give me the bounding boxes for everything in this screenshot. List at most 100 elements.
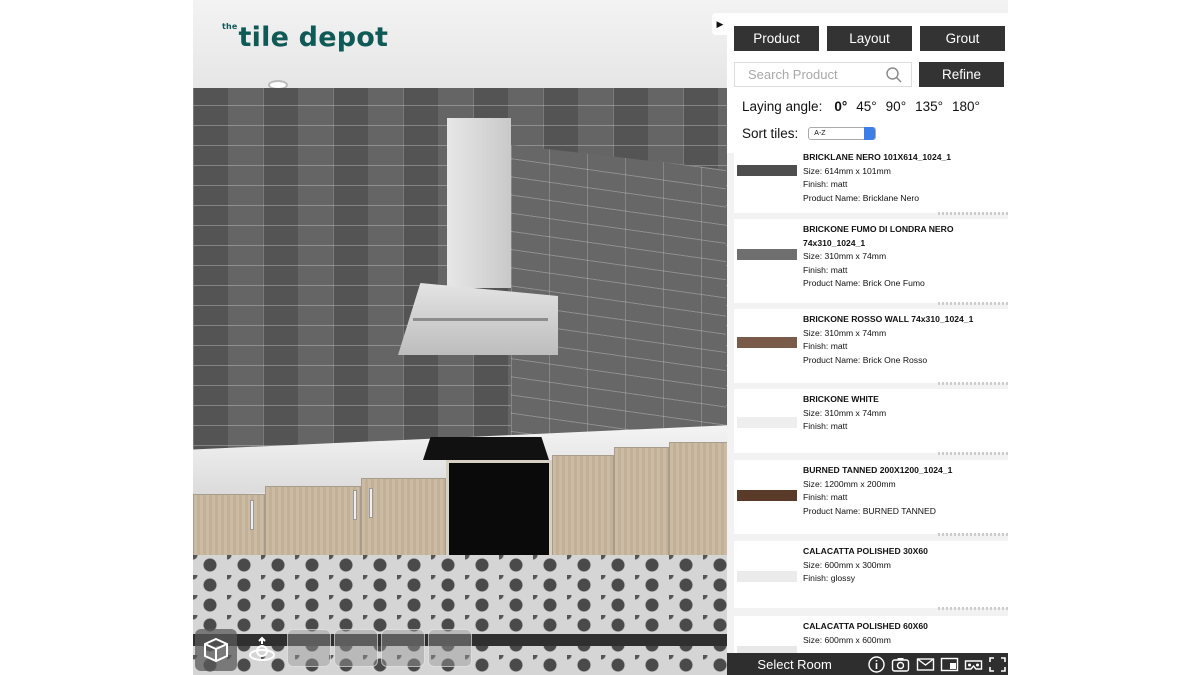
product-name: BRICKONE ROSSO WALL 74x310_1024_1 (803, 314, 974, 324)
product-size: Size: 310mm x 74mm (803, 407, 887, 418)
caret-right-icon: ▶ (716, 18, 724, 29)
tab-product[interactable]: Product (734, 26, 819, 51)
sort-label: Sort tiles: (742, 126, 799, 141)
sort-tiles: Sort tiles: A-Z (742, 126, 877, 141)
product-item[interactable]: BRICKONE FUMO DI LONDRA NERO 74x310_1024… (734, 219, 1008, 305)
tile-swatch[interactable] (737, 490, 797, 501)
vr-icon (964, 659, 983, 670)
select-room-button[interactable]: Select Room (727, 657, 862, 672)
sort-value: A-Z (814, 130, 826, 137)
rotate-icon (249, 636, 275, 661)
cooktop (423, 437, 549, 460)
item-divider (938, 302, 1008, 305)
room-thumbnail[interactable] (334, 629, 378, 667)
product-item[interactable]: BRICKONE WHITE Size: 310mm x 74mm Finish: … (734, 389, 1008, 455)
angle-option-45[interactable]: 45° (856, 99, 876, 114)
product-size: Size: 614mm x 101mm (803, 165, 891, 176)
product-name: BURNED TANNED 200X1200_1024_1 (803, 465, 953, 475)
room-thumbnail[interactable] (428, 629, 472, 667)
angle-option-90[interactable]: 90° (886, 99, 906, 114)
product-name: BRICKONE WHITE (803, 394, 879, 404)
tile-swatch[interactable] (737, 417, 797, 428)
product-list[interactable]: BRICKLANE NERO 101X614_1024_1 Size: 614mm… (727, 153, 1008, 653)
info-button[interactable] (866, 655, 886, 674)
select-arrows-icon (864, 127, 876, 140)
tab-layout[interactable]: Layout (827, 26, 912, 51)
product-display-name: Product Name: Brick One Rosso (803, 354, 928, 365)
laying-angle: Laying angle: 0° 45° 90° 135° 180° (742, 99, 980, 114)
product-name: CALACATTA POLISHED 30X60 (803, 546, 928, 556)
search-icon[interactable] (885, 66, 903, 84)
refine-button[interactable]: Refine (919, 62, 1004, 87)
email-button[interactable] (915, 655, 935, 674)
angle-option-180[interactable]: 180° (952, 99, 980, 114)
product-details: CALACATTA POLISHED 30X60 Size: 600mm x 30… (803, 545, 1003, 586)
vr-button[interactable] (963, 655, 983, 674)
product-details: BRICKLANE NERO 101X614_1024_1 Size: 614mm… (803, 153, 1003, 205)
angle-option-0[interactable]: 0° (834, 99, 847, 114)
panel-collapse-button[interactable]: ▶ (712, 13, 728, 35)
cabinet-handle (250, 500, 254, 530)
product-item[interactable]: CALACATTA POLISHED 30X60 Size: 600mm x 30… (734, 541, 1008, 610)
layout-icon (940, 657, 958, 671)
tile-swatch[interactable] (737, 646, 797, 653)
search-box (734, 62, 912, 87)
tile-swatch[interactable] (737, 165, 797, 176)
product-display-name: Product Name: Bricklane Nero (803, 192, 920, 203)
product-finish: Finish: matt (803, 421, 848, 431)
product-finish: Finish: matt (803, 341, 848, 351)
sort-select[interactable]: A-Z (808, 127, 877, 140)
item-divider (938, 382, 1008, 385)
item-divider (938, 212, 1008, 215)
room-thumbnail[interactable] (381, 629, 425, 667)
item-divider (938, 607, 1008, 610)
product-details: BRICKONE WHITE Size: 310mm x 74mm Finish: … (803, 393, 1003, 434)
3d-view-button[interactable] (195, 629, 237, 671)
product-name: BRICKLANE NERO 101X614_1024_1 (803, 153, 952, 162)
tile-swatch[interactable] (737, 337, 797, 348)
product-name: BRICKONE FUMO DI LONDRA NERO 74x310_1024… (803, 224, 954, 248)
search-input[interactable] (735, 63, 885, 86)
product-size: Size: 600mm x 600mm (803, 634, 891, 645)
range-hood-edge (413, 318, 548, 321)
angle-option-135[interactable]: 135° (915, 99, 943, 114)
tile-swatch[interactable] (737, 249, 797, 260)
cabinet (669, 442, 733, 562)
product-finish: Finish: matt (803, 264, 848, 275)
panel-tabs: Product Layout Grout (734, 26, 1005, 51)
rotate-view-button[interactable] (241, 629, 283, 671)
product-size: Size: 600mm x 300mm (803, 559, 891, 570)
camera-icon (892, 657, 910, 672)
product-item[interactable]: CALACATTA POLISHED 60X60 Size: 600mm x 60… (734, 616, 1008, 653)
tab-grout[interactable]: Grout (920, 26, 1005, 51)
product-size: Size: 1200mm x 200mm (803, 478, 896, 489)
room-thumbnail[interactable] (287, 629, 331, 667)
fullscreen-button[interactable] (988, 655, 1008, 674)
product-name: CALACATTA POLISHED 60X60 (803, 621, 928, 631)
screenshot-button[interactable] (891, 655, 911, 674)
tile-swatch[interactable] (737, 571, 797, 582)
bottom-toolbar: Select Room (727, 653, 1008, 675)
product-details: BRICKONE ROSSO WALL 74x310_1024_1 Size: 3… (803, 313, 1003, 367)
cabinet-handle (353, 490, 357, 520)
item-divider (938, 452, 1008, 455)
cube-icon (204, 637, 228, 663)
cabinet-handle (369, 488, 373, 518)
product-item[interactable]: BRICKONE ROSSO WALL 74x310_1024_1 Size: 3… (734, 309, 1008, 385)
product-finish: Finish: matt (803, 179, 848, 189)
product-display-name: Product Name: BURNED TANNED (803, 505, 936, 516)
product-display-name: Product Name: Brick One Fumo (803, 278, 925, 288)
product-item[interactable]: BURNED TANNED 200X1200_1024_1 Size: 1200m… (734, 460, 1008, 536)
product-panel: Product Layout Grout Refine Laying angle… (727, 13, 1008, 653)
product-item[interactable]: BRICKLANE NERO 101X614_1024_1 Size: 614mm… (734, 153, 1008, 215)
brand-logo: thetile depot (222, 22, 389, 53)
product-details: BURNED TANNED 200X1200_1024_1 Size: 1200m… (803, 464, 1003, 518)
mail-icon (916, 657, 934, 671)
product-size: Size: 310mm x 74mm (803, 327, 887, 338)
range-hood-chimney (447, 118, 511, 288)
fullscreen-icon (989, 656, 1007, 672)
item-divider (938, 533, 1008, 536)
info-icon (868, 655, 885, 673)
product-finish: Finish: matt (803, 492, 848, 502)
layout-view-button[interactable] (939, 655, 959, 674)
